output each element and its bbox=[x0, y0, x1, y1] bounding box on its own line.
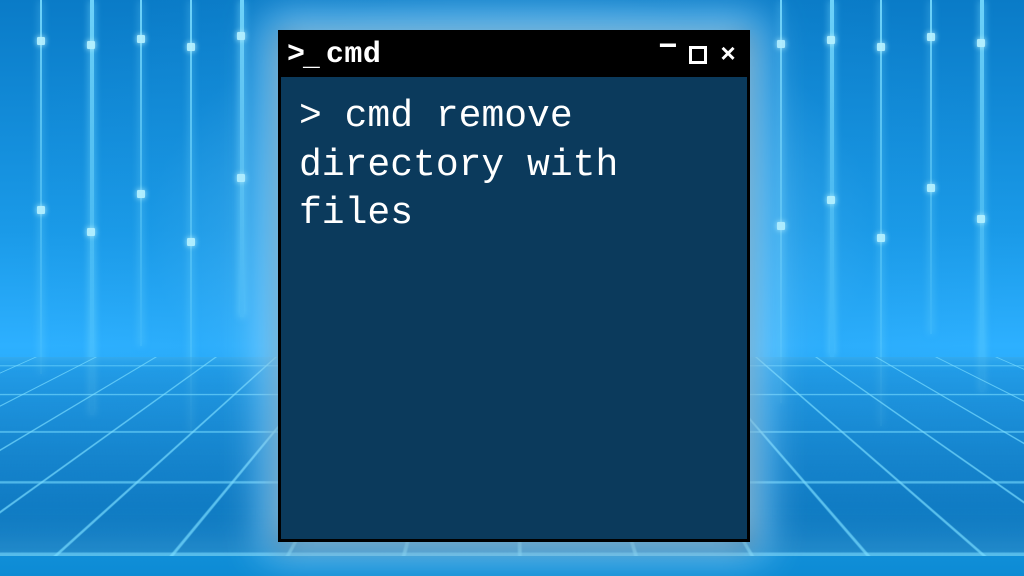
circuit-line bbox=[930, 0, 932, 334]
circuit-line bbox=[140, 0, 142, 346]
circuit-line bbox=[40, 0, 42, 374]
circuit-line bbox=[240, 0, 244, 317]
terminal-body[interactable]: > cmd remove directory with files bbox=[281, 77, 747, 539]
circuit-line bbox=[980, 0, 984, 392]
minimize-button[interactable]: − bbox=[657, 36, 679, 58]
window-title: cmd bbox=[326, 38, 382, 72]
titlebar[interactable]: >_ cmd − × bbox=[281, 33, 747, 77]
close-button[interactable]: × bbox=[717, 44, 739, 66]
circuit-line bbox=[780, 0, 782, 403]
circuit-line bbox=[830, 0, 834, 357]
command-text: cmd remove directory with files bbox=[299, 95, 641, 235]
maximize-button[interactable] bbox=[689, 46, 707, 64]
circuit-line bbox=[90, 0, 94, 415]
prompt-char: > bbox=[299, 95, 322, 138]
window-controls: − × bbox=[657, 44, 739, 66]
prompt-icon: >_ bbox=[287, 40, 320, 70]
command-line: > cmd remove directory with files bbox=[299, 93, 729, 239]
terminal-window: >_ cmd − × > cmd remove directory with f… bbox=[278, 30, 750, 542]
